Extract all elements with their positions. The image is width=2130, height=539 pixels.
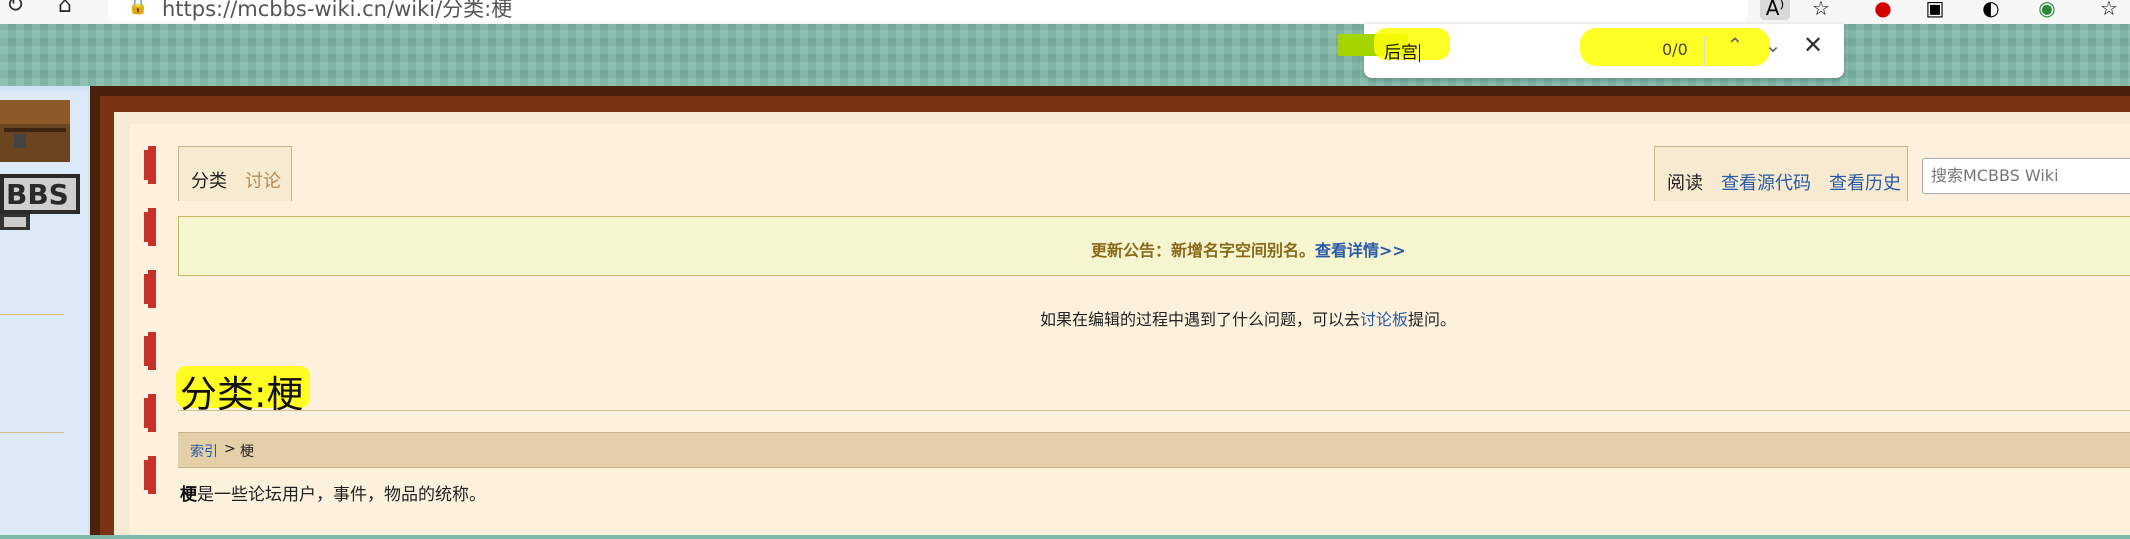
- find-count: 0/0: [1662, 40, 1688, 59]
- wiki-search: [1922, 158, 2130, 194]
- extension-globe-icon[interactable]: ◉: [2032, 0, 2062, 20]
- edit-help-note: 如果在编辑的过程中遇到了什么问题，可以去讨论板提问。: [1040, 306, 1456, 330]
- find-input[interactable]: 后宫 0/0: [1364, 31, 1704, 69]
- tab-discussion[interactable]: 讨论: [245, 167, 281, 193]
- search-input[interactable]: [1929, 165, 2130, 186]
- find-next-icon[interactable]: ⌄: [1756, 28, 1790, 62]
- favorites-star-icon[interactable]: ☆: [1806, 0, 1836, 20]
- edge-collections-icon[interactable]: ◐: [1976, 0, 2006, 20]
- opera-extension-icon[interactable]: ●: [1868, 0, 1898, 20]
- home-icon[interactable]: ⌂: [58, 0, 72, 18]
- breadcrumb-current: 梗: [240, 444, 254, 460]
- find-separator: [1704, 36, 1705, 66]
- sidebar-divider: [0, 314, 64, 315]
- tab-view-source[interactable]: 查看源代码: [1721, 169, 1811, 195]
- namespace-tabs: 分类 讨论: [178, 146, 292, 201]
- refresh-icon[interactable]: ↻: [6, 0, 24, 18]
- find-close-icon[interactable]: ✕: [1796, 28, 1830, 62]
- notice-message: 更新公告：新增名字空间别名。: [1091, 241, 1316, 260]
- edit-note-tail: 提问。: [1408, 310, 1457, 329]
- tab-view-history[interactable]: 查看历史: [1829, 169, 1901, 195]
- favorites-list-icon[interactable]: ☆: [2094, 0, 2124, 20]
- extension-icon[interactable]: ▣: [1920, 0, 1950, 20]
- find-previous-icon[interactable]: ⌃: [1718, 28, 1752, 62]
- description-term: 梗: [180, 485, 197, 505]
- breadcrumb: 索引 > 梗: [178, 432, 2130, 468]
- sidebar-panel: BBS: [0, 90, 88, 535]
- view-tabs: 阅读 查看源代码 查看历史: [1654, 146, 1908, 201]
- breadcrumb-root-link[interactable]: 索引: [190, 441, 218, 461]
- mcbbs-logo[interactable]: BBS: [0, 100, 82, 250]
- tab-read[interactable]: 阅读: [1667, 169, 1703, 195]
- url-text[interactable]: https://mcbbs-wiki.cn/wiki/分类:梗: [162, 0, 512, 23]
- browser-toolbar: ↻ ⌂ 🔒 https://mcbbs-wiki.cn/wiki/分类:梗 A⁾…: [0, 0, 2130, 24]
- find-query: 后宫: [1384, 38, 1420, 63]
- discussion-board-link[interactable]: 讨论板: [1360, 310, 1408, 329]
- svg-text:BBS: BBS: [6, 178, 69, 211]
- category-description: 梗是一些论坛用户，事件，物品的统称。: [180, 480, 486, 505]
- find-bar: 后宫 0/0 ⌃ ⌄ ✕: [1338, 24, 1844, 78]
- edit-note-text: 如果在编辑的过程中遇到了什么问题，可以去: [1040, 310, 1361, 329]
- sidebar-divider: [0, 432, 64, 433]
- site-info-icon[interactable]: 🔒: [128, 0, 148, 15]
- notice-text: 更新公告：新增名字空间别名。查看详情>>: [1091, 237, 1406, 261]
- address-bar[interactable]: 🔒 https://mcbbs-wiki.cn/wiki/分类:梗: [108, 0, 1748, 22]
- description-text: 是一些论坛用户，事件，物品的统称。: [197, 485, 486, 505]
- breadcrumb-separator: >: [224, 441, 236, 457]
- read-aloud-icon[interactable]: A⁾: [1760, 0, 1790, 20]
- title-divider: [178, 410, 2130, 411]
- sidebar: BBS: [0, 86, 92, 535]
- site-notice: 更新公告：新增名字空间别名。查看详情>>: [178, 216, 2130, 276]
- book-binding: [142, 140, 166, 535]
- notice-details-link[interactable]: 查看详情>>: [1315, 241, 1406, 260]
- tab-category[interactable]: 分类: [191, 167, 227, 193]
